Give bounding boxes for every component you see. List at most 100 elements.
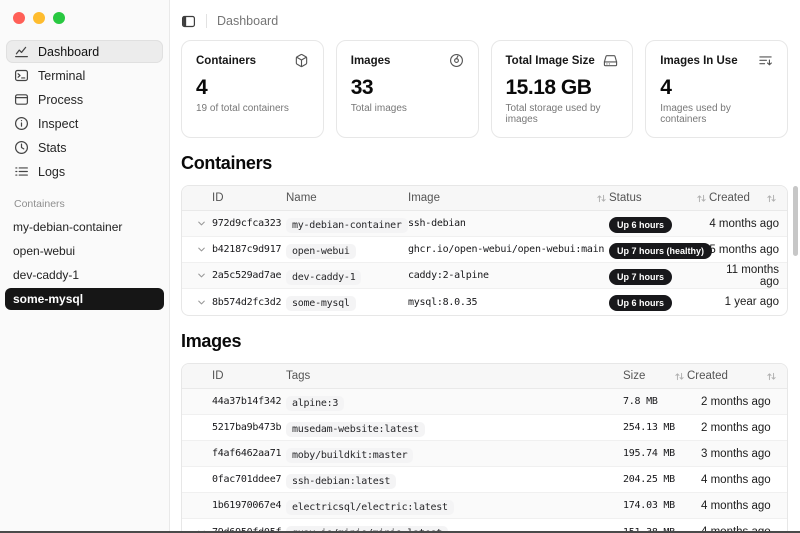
column-size[interactable]: Size <box>623 370 687 382</box>
info-circle-icon <box>14 116 29 131</box>
panel-left-icon[interactable] <box>181 14 196 29</box>
sidebar-nav-item[interactable]: Process <box>6 88 163 111</box>
sort-icon[interactable] <box>766 193 777 204</box>
container-id: b42187c9d917 <box>212 244 286 255</box>
list-icon <box>14 164 29 179</box>
column-status-label: Status <box>609 192 642 204</box>
container-name-badge: some-mysql <box>286 296 356 311</box>
status-badge: Up 7 hours <box>609 269 672 285</box>
image-tag-badge: alpine:3 <box>286 396 344 411</box>
sort-icon[interactable] <box>766 371 777 382</box>
stat-card: Images In Use 4 Images used by container… <box>645 40 788 138</box>
container-image: mysql:8.0.35 <box>408 297 609 308</box>
terminal-icon <box>14 68 29 83</box>
sort-icon[interactable] <box>596 193 607 204</box>
images-table: ID Tags Size Created 44a37b14f342 alpine… <box>181 363 788 533</box>
image-tag-badge: ssh-debian:latest <box>286 474 396 489</box>
image-row[interactable]: 5217ba9b473b musedam-website:latest 254.… <box>182 415 787 441</box>
nav-item-label: Dashboard <box>38 45 99 59</box>
image-size: 204.25 MB <box>623 474 687 485</box>
container-row[interactable]: b42187c9d917 open-webui ghcr.io/open-web… <box>182 237 787 263</box>
stat-card-value: 4 <box>660 76 773 100</box>
sidebar-nav-item[interactable]: Logs <box>6 160 163 183</box>
images-table-body: 44a37b14f342 alpine:3 7.8 MB 2 months ag… <box>182 389 787 533</box>
container-id: 2a5c529ad7ae <box>212 270 286 281</box>
container-created: 1 year ago <box>709 296 779 308</box>
column-id: ID <box>212 192 286 204</box>
stat-card-subtitle: Total images <box>351 103 464 114</box>
image-row[interactable]: 1b61970067e4 electricsql/electric:latest… <box>182 493 787 519</box>
stat-card-value: 4 <box>196 76 309 100</box>
disc-icon <box>449 53 464 68</box>
clock-icon <box>14 140 29 155</box>
container-id: 8b574d2fc3d2 <box>212 297 286 308</box>
image-row[interactable]: f4af6462aa71 moby/buildkit:master 195.74… <box>182 441 787 467</box>
chevron-down-icon[interactable] <box>196 218 207 229</box>
stat-card-title: Total Image Size <box>506 55 595 67</box>
chart-line-icon <box>14 44 29 59</box>
zoom-button[interactable] <box>53 12 65 24</box>
container-item-label: my-debian-container <box>13 220 122 234</box>
sidebar-nav-item[interactable]: Terminal <box>6 64 163 87</box>
hard-drive-icon <box>603 53 618 68</box>
chevron-down-icon[interactable] <box>196 270 207 281</box>
sidebar-container-item[interactable]: dev-caddy-1 <box>5 264 164 286</box>
image-size: 254.13 MB <box>623 422 687 433</box>
column-image-label: Image <box>408 192 440 204</box>
chevron-down-icon[interactable] <box>196 297 207 308</box>
container-row[interactable]: 2a5c529ad7ae dev-caddy-1 caddy:2-alpine … <box>182 263 787 289</box>
chevron-down-icon[interactable] <box>196 244 207 255</box>
container-row[interactable]: 8b574d2fc3d2 some-mysql mysql:8.0.35 Up … <box>182 289 787 315</box>
stat-card-subtitle: Images used by containers <box>660 103 773 125</box>
image-id: 44a37b14f342 <box>212 396 286 407</box>
sidebar-container-item[interactable]: open-webui <box>5 240 164 262</box>
image-id: 1b61970067e4 <box>212 500 286 511</box>
stat-card-title: Images In Use <box>660 55 737 67</box>
stat-card-subtitle: 19 of total containers <box>196 103 309 114</box>
image-created: 3 months ago <box>687 448 779 460</box>
sidebar-nav: Dashboard Terminal Process Inspect <box>0 40 169 183</box>
sidebar-nav-item[interactable]: Stats <box>6 136 163 159</box>
container-image: ssh-debian <box>408 218 609 229</box>
image-tag-badge: musedam-website:latest <box>286 422 425 437</box>
image-size: 195.74 MB <box>623 448 687 459</box>
container-name-badge: dev-caddy-1 <box>286 270 361 285</box>
stat-card-subtitle: Total storage used by images <box>506 103 619 125</box>
sidebar-container-item[interactable]: my-debian-container <box>5 216 164 238</box>
column-status[interactable]: Status <box>609 192 709 204</box>
column-size-label: Size <box>623 370 645 382</box>
image-created: 2 months ago <box>687 396 779 408</box>
nav-item-label: Logs <box>38 165 65 179</box>
image-size: 174.03 MB <box>623 500 687 511</box>
image-id: 0fac701ddee7 <box>212 474 286 485</box>
image-row[interactable]: 0fac701ddee7 ssh-debian:latest 204.25 MB… <box>182 467 787 493</box>
container-name-badge: open-webui <box>286 244 356 259</box>
topbar: Dashboard <box>181 0 788 30</box>
stat-card: Containers 4 19 of total containers <box>181 40 324 138</box>
nav-item-label: Terminal <box>38 69 85 83</box>
scrollbar-thumb[interactable] <box>793 186 798 256</box>
sidebar-nav-item[interactable]: Inspect <box>6 112 163 135</box>
image-id: f4af6462aa71 <box>212 448 286 459</box>
containers-table-header: ID Name Image Status Created <box>182 186 787 211</box>
container-row[interactable]: 972d9cfca323 my-debian-container ssh-deb… <box>182 211 787 237</box>
stat-card-value: 15.18 GB <box>506 76 619 100</box>
column-id: ID <box>212 370 286 382</box>
container-created: 11 months ago <box>709 264 779 288</box>
close-button[interactable] <box>13 12 25 24</box>
nav-item-label: Stats <box>38 141 67 155</box>
container-image: ghcr.io/open-webui/open-webui:main <box>408 244 609 255</box>
image-row[interactable]: 44a37b14f342 alpine:3 7.8 MB 2 months ag… <box>182 389 787 415</box>
column-image[interactable]: Image <box>408 192 609 204</box>
images-heading: Images <box>181 331 788 352</box>
package-icon <box>294 53 309 68</box>
sidebar-container-item[interactable]: some-mysql <box>5 288 164 310</box>
sort-icon[interactable] <box>696 193 707 204</box>
column-created[interactable]: Created <box>709 192 779 204</box>
sidebar-nav-item[interactable]: Dashboard <box>6 40 163 63</box>
image-tag-badge: electricsql/electric:latest <box>286 500 454 515</box>
minimize-button[interactable] <box>33 12 45 24</box>
app-window: Dashboard Terminal Process Inspect <box>0 0 800 533</box>
column-created[interactable]: Created <box>687 370 779 382</box>
sort-icon[interactable] <box>674 371 685 382</box>
